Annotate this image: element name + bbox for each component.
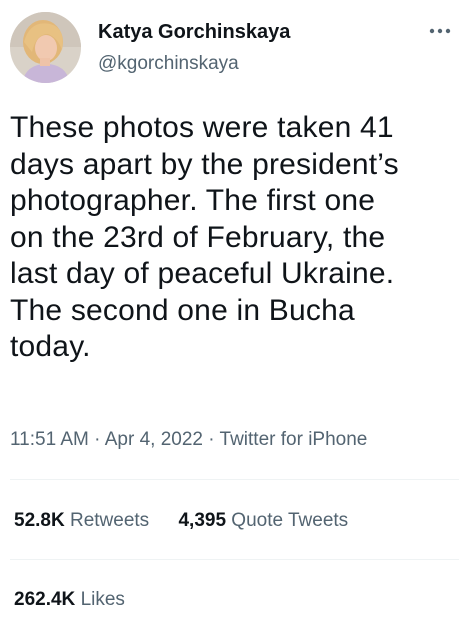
tweet-text-line: The second one in Bucha <box>10 293 355 327</box>
retweets-label: Retweets <box>69 510 150 531</box>
likes-count: 262.4K <box>14 589 76 610</box>
more-options-button[interactable] <box>426 22 458 46</box>
tweet-text-line: last day of peaceful Ukraine. <box>10 257 395 290</box>
tweet-text-line: today. <box>10 330 91 363</box>
separator: · <box>208 429 215 450</box>
avatar[interactable] <box>10 12 81 83</box>
likes-label: Likes <box>80 589 125 610</box>
tweet-detail: Katya Gorchinskaya @kgorchinskaya These … <box>0 0 469 634</box>
user-handle[interactable]: @kgorchinskaya <box>98 52 239 76</box>
retweets-stat[interactable]: 52.8K Retweets <box>14 510 149 531</box>
display-name[interactable]: Katya Gorchinskaya <box>98 20 290 44</box>
separator: · <box>94 429 101 450</box>
tweet-text-line: on the 23rd of February, the <box>10 220 386 254</box>
tweet-text-line: photographer. The first one <box>10 184 376 217</box>
tweet-text-line: days apart by the president’s <box>10 147 399 181</box>
quote-tweets-label: Quote Tweets <box>231 510 349 531</box>
engagement-stats: 52.8K Retweets 4,395 Quote Tweets <box>14 507 372 535</box>
tweet-time-link[interactable]: 11:51 AM <box>10 429 89 450</box>
retweets-count: 52.8K <box>14 510 65 531</box>
tweet-text-line: These photos were taken 41 <box>10 111 394 144</box>
tweet-source-link[interactable]: Twitter for iPhone <box>220 429 368 450</box>
divider <box>10 479 459 480</box>
quote-tweets-stat[interactable]: 4,395 Quote Tweets <box>178 510 348 531</box>
tweet-metadata: 11:51 AM · Apr 4, 2022 · Twitter for iPh… <box>10 426 367 454</box>
tweet-text: These photos were taken 41 days apart by… <box>10 110 460 366</box>
quote-tweets-count: 4,395 <box>178 510 227 531</box>
tweet-date-link[interactable]: Apr 4, 2022 <box>105 429 203 450</box>
ellipsis-icon <box>429 28 451 34</box>
profile-photo-icon <box>10 12 81 83</box>
likes-row: 262.4K Likes <box>14 586 149 614</box>
likes-stat[interactable]: 262.4K Likes <box>14 589 125 610</box>
divider <box>10 559 459 560</box>
